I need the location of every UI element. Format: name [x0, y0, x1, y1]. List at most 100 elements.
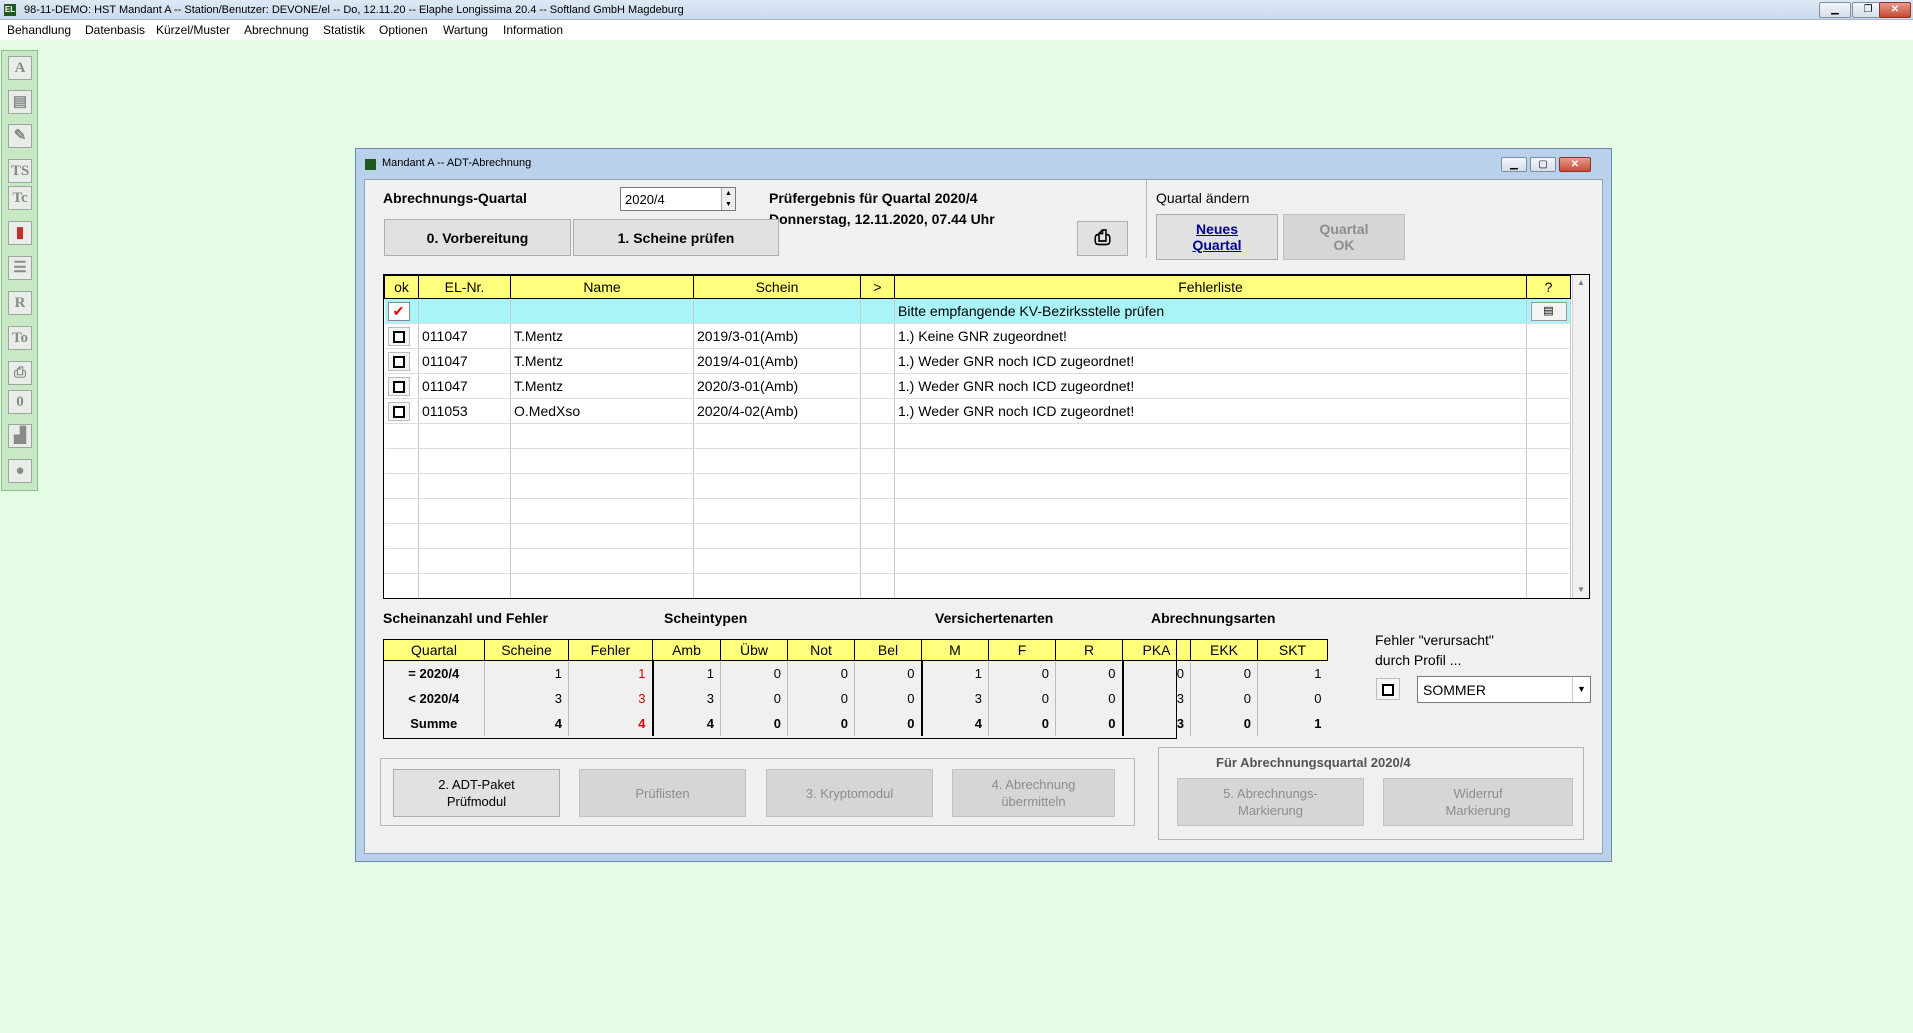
quarter-spinner[interactable]: 2020/4 ▲ ▼ [620, 187, 736, 211]
stats-cell: 1 [1257, 710, 1328, 736]
col-ok[interactable]: ok [384, 275, 419, 299]
send-button[interactable]: 4. Abrechnung übermitteln [952, 769, 1115, 817]
table-scrollbar[interactable]: ▲ ▼ [1572, 275, 1589, 598]
close-button[interactable]: ✕ [1879, 2, 1911, 18]
menu-optionen[interactable]: Optionen [379, 23, 428, 37]
document-icon[interactable]: ▤ [1530, 302, 1567, 321]
tool-a-button[interactable]: A [8, 56, 32, 80]
col-fehlerliste[interactable]: Fehlerliste [894, 275, 1527, 299]
col-gt[interactable]: > [860, 275, 895, 299]
checkmark-icon[interactable]: ✔ [387, 301, 410, 321]
tool-chart-button[interactable]: ▟ [8, 424, 32, 448]
quarter-ok-label: Quartal OK [1319, 221, 1369, 253]
el-nr-cell: 011053 [418, 398, 511, 424]
quarter-marking-label: Für Abrechnungsquartal 2020/4 [1216, 755, 1411, 770]
revoke-button[interactable]: Widerruf Markierung [1383, 778, 1573, 826]
checkbox[interactable] [387, 401, 410, 421]
name-cell: O.MedXso [510, 398, 694, 424]
checkbox[interactable] [387, 326, 410, 346]
menu-datenbasis[interactable]: Datenbasis [85, 23, 145, 37]
app-logo-icon: EL [4, 4, 16, 16]
minimize-icon: ▁ [1831, 4, 1839, 15]
stats-cell-error: 1 [568, 660, 653, 686]
col-el-nr[interactable]: EL-Nr. [418, 275, 511, 299]
dialog-minimize-button[interactable]: ▁ [1501, 157, 1527, 172]
stats-cell: 0 [854, 685, 922, 711]
menu-information[interactable]: Information [503, 23, 563, 37]
tool-zero-button[interactable]: 0 [8, 390, 32, 414]
table-row[interactable]: 011047 T.Mentz 2019/4-01(Amb) 1.) Weder … [384, 348, 1571, 374]
krypto-button[interactable]: 3. Kryptomodul [766, 769, 933, 817]
dialog-maximize-button[interactable]: ▢ [1530, 157, 1556, 172]
stats-cell: 0 [1190, 660, 1258, 686]
stats-cell: 1 [1257, 660, 1328, 686]
app-titlebar: EL 98-11-DEMO: HST Mandant A -- Station/… [0, 0, 1913, 20]
result-timestamp: Donnerstag, 12.11.2020, 07.44 Uhr [769, 211, 995, 227]
col-help[interactable]: ? [1526, 275, 1571, 299]
checkbox-icon [392, 355, 405, 368]
checkbox-icon [392, 330, 405, 343]
tool-to-button[interactable]: To [8, 326, 32, 350]
stats-col-fehler: Fehler [568, 639, 653, 661]
menu-kuerzel-muster[interactable]: Kürzel/Muster [156, 23, 230, 37]
table-row[interactable]: 011047 T.Mentz 2019/3-01(Amb) 1.) Keine … [384, 323, 1571, 349]
tool-tc-button[interactable]: Tc [8, 186, 32, 210]
ok-cell[interactable] [384, 373, 419, 399]
ok-cell[interactable] [384, 323, 419, 349]
menu-statistik[interactable]: Statistik [323, 23, 365, 37]
minimize-button[interactable]: ▁ [1819, 2, 1851, 18]
empty-row [384, 523, 1571, 549]
info-cell [1526, 373, 1571, 399]
stats-cell: 4 [484, 710, 569, 736]
col-name[interactable]: Name [510, 275, 694, 299]
ok-cell[interactable]: ✔ [384, 298, 419, 324]
menu-behandlung[interactable]: Behandlung [7, 23, 71, 37]
check-button[interactable]: 1. Scheine prüfen [573, 219, 779, 256]
profile-value: SOMMER [1423, 682, 1486, 698]
tool-disc-button[interactable]: ● [8, 459, 32, 483]
checkbox[interactable] [387, 351, 410, 371]
pruef-listen-button[interactable]: Prüflisten [579, 769, 746, 817]
close-icon: ✕ [1570, 159, 1580, 170]
col-schein[interactable]: Schein [693, 275, 861, 299]
table-row[interactable]: 011053 O.MedXso 2020/4-02(Amb) 1.) Weder… [384, 398, 1571, 424]
info-cell[interactable]: ▤ [1526, 298, 1571, 324]
quarter-ok-button[interactable]: Quartal OK [1283, 214, 1405, 260]
ok-cell[interactable] [384, 348, 419, 374]
schein-cell: 2019/3-01(Amb) [693, 323, 861, 349]
scroll-up-icon[interactable]: ▲ [1573, 275, 1589, 291]
checkbox-icon [392, 405, 405, 418]
tool-list-button[interactable]: ☰ [8, 256, 32, 280]
schein-cell [693, 298, 861, 324]
tool-ts-button[interactable]: TS [8, 159, 32, 183]
empty-row [384, 548, 1571, 574]
scroll-down-icon[interactable]: ▼ [1573, 582, 1589, 598]
adt-paket-button[interactable]: 2. ADT-Paket Prüfmodul [393, 769, 560, 817]
tool-clipboard-button[interactable]: ▤ [8, 90, 32, 114]
stats-cell: 0 [988, 710, 1056, 736]
tool-book-button[interactable]: ▮ [8, 221, 32, 245]
table-row[interactable]: 011047 T.Mentz 2020/3-01(Amb) 1.) Weder … [384, 373, 1571, 399]
tool-printer-button[interactable]: ⎙ [8, 361, 32, 385]
chart-icon: ▟ [14, 428, 26, 444]
profile-select[interactable]: SOMMER ▼ [1417, 676, 1591, 703]
print-button[interactable]: ⎙ [1077, 221, 1128, 256]
prep-button[interactable]: 0. Vorbereitung [384, 219, 571, 256]
dialog-close-button[interactable]: ✕ [1559, 157, 1591, 172]
spinner-arrows-icon[interactable]: ▲ ▼ [721, 188, 735, 210]
new-quarter-button[interactable]: Neues Quartal [1156, 214, 1278, 260]
mark-label: 5. Abrechnungs- Markierung [1223, 786, 1318, 818]
tool-r-button[interactable]: R [8, 291, 32, 315]
menu-abrechnung[interactable]: Abrechnung [244, 23, 309, 37]
table-row[interactable]: ✔ Bitte empfangende KV-Bezirksstelle prü… [384, 298, 1571, 324]
mark-button[interactable]: 5. Abrechnungs- Markierung [1177, 778, 1364, 826]
tool-pen-button[interactable]: ✎ [8, 124, 32, 148]
gt-cell [860, 298, 895, 324]
ok-cell[interactable] [384, 398, 419, 424]
checkbox[interactable] [387, 376, 410, 396]
chevron-down-icon[interactable]: ▼ [1572, 677, 1590, 702]
profile-checkbox[interactable] [1376, 678, 1400, 700]
result-title: Prüfergebnis für Quartal 2020/4 [769, 190, 978, 206]
stats-table: Quartal Scheine Fehler Amb Übw Not Bel M… [383, 639, 1328, 736]
menu-wartung[interactable]: Wartung [443, 23, 488, 37]
